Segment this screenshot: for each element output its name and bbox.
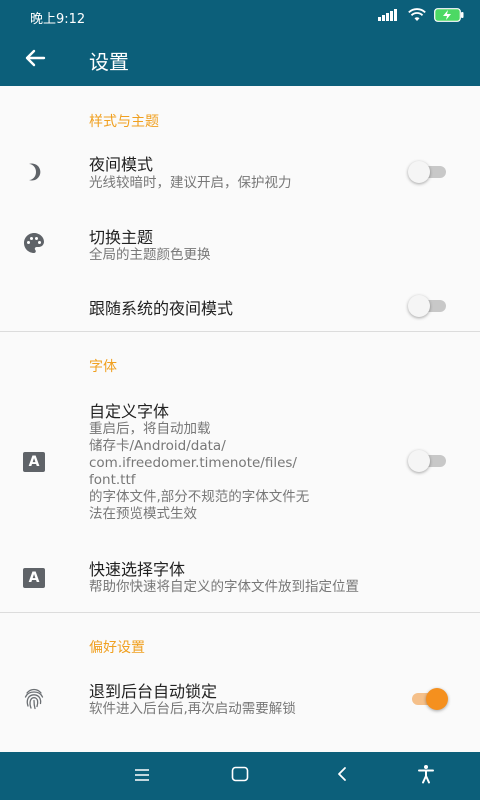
custom-font-subtitle-line: 储存卡/Android/data/ — [89, 438, 226, 454]
night-mode-subtitle: 光线较暗时，建议开启，保护视力 — [89, 175, 292, 191]
theme-subtitle: 全局的主题颜色更换 — [89, 247, 211, 263]
follow-system-title: 跟随系统的夜间模式 — [89, 299, 234, 318]
menu-icon — [134, 767, 150, 786]
section-title-preference: 偏好设置 — [89, 640, 145, 656]
custom-font-subtitle-line: com.ifreedomer.timenote/files/ — [89, 455, 297, 471]
quick-font-title: 快速选择字体 — [89, 560, 186, 579]
theme-title: 切换主题 — [89, 228, 154, 247]
section-divider — [0, 612, 480, 613]
fingerprint-icon — [22, 687, 46, 711]
font-icon: A — [22, 566, 46, 590]
signal-icon — [378, 9, 400, 25]
back-button[interactable] — [0, 34, 70, 86]
app-bar: 设置 — [0, 34, 480, 86]
status-icons — [378, 8, 464, 26]
accessibility-button[interactable] — [414, 764, 438, 788]
quick-font-subtitle: 帮助你快速将自定义的字体文件放到指定位置 — [89, 579, 359, 595]
settings-list[interactable]: 样式与主题 夜间模式 光线较暗时，建议开启，保护视力 切换主题 全局的主题颜色更… — [0, 86, 480, 752]
custom-font-title: 自定义字体 — [89, 402, 170, 421]
section-divider — [0, 331, 480, 332]
custom-font-subtitle-line: 重启后，将自动加载 — [89, 421, 211, 437]
palette-icon — [22, 231, 46, 255]
auto-lock-switch[interactable] — [408, 688, 448, 710]
section-title-style: 样式与主题 — [89, 114, 159, 130]
home-icon — [231, 766, 249, 786]
follow-system-switch[interactable] — [408, 295, 448, 317]
back-icon — [336, 766, 348, 786]
status-time: 晚上9:12 — [30, 11, 86, 27]
page-title: 设置 — [89, 49, 129, 74]
custom-font-subtitle: 重启后，将自动加载 储存卡/Android/data/ com.ifreedom… — [89, 421, 409, 523]
custom-font-switch[interactable] — [408, 450, 448, 472]
setting-auto-lock[interactable]: 退到后台自动锁定 软件进入后台后,再次启动需要解锁 — [0, 670, 480, 728]
custom-font-subtitle-line: 的字体文件,部分不规范的字体文件无 — [89, 489, 310, 505]
home-button[interactable] — [228, 764, 252, 788]
nav-back-button[interactable] — [330, 764, 354, 788]
night-mode-switch[interactable] — [408, 161, 448, 183]
wifi-icon — [408, 8, 426, 26]
night-mode-title: 夜间模式 — [89, 155, 154, 174]
battery-charging-icon — [434, 8, 464, 26]
auto-lock-subtitle: 软件进入后台后,再次启动需要解锁 — [89, 701, 296, 717]
section-title-font: 字体 — [89, 359, 117, 375]
setting-night-mode[interactable]: 夜间模式 光线较暗时，建议开启，保护视力 — [0, 143, 480, 201]
setting-quick-font[interactable]: A 快速选择字体 帮助你快速将自定义的字体文件放到指定位置 — [0, 548, 480, 606]
setting-follow-system[interactable]: 跟随系统的夜间模式 — [0, 286, 480, 326]
status-bar: 晚上9:12 — [0, 0, 480, 34]
navigation-bar — [0, 752, 480, 800]
auto-lock-title: 退到后台自动锁定 — [89, 682, 218, 701]
setting-custom-font[interactable]: A 自定义字体 重启后，将自动加载 储存卡/Android/data/ com.… — [0, 390, 480, 530]
menu-button[interactable] — [130, 764, 154, 788]
setting-theme[interactable]: 切换主题 全局的主题颜色更换 — [0, 214, 480, 272]
custom-font-subtitle-line: 法在预览模式生效 — [89, 506, 197, 522]
arrow-back-icon — [24, 47, 46, 73]
font-icon: A — [22, 450, 46, 474]
accessibility-icon — [416, 764, 436, 788]
moon-icon — [22, 160, 46, 184]
custom-font-subtitle-line: font.ttf — [89, 472, 136, 488]
